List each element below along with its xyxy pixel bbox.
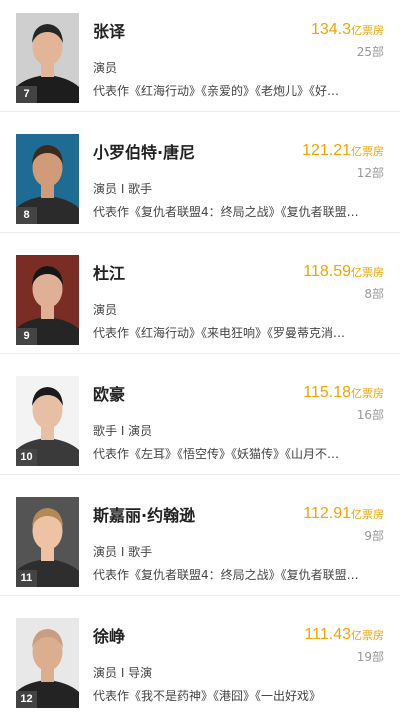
star-avatar: 8 [16,134,79,224]
rank-badge: 9 [16,328,37,345]
star-avatar: 9 [16,255,79,345]
star-row[interactable]: 12 徐峥 111.43亿票房 19部 演员 I 导演 代表作《我不是药神》《港… [0,605,400,717]
rank-badge: 8 [16,207,37,224]
film-count: 16部 [356,408,384,422]
star-name: 杜江 [93,264,126,283]
star-name: 张译 [93,22,126,41]
box-office-unit: 亿票房 [351,145,384,158]
star-roles: 演员 [93,61,118,75]
box-office-value: 111.43 [304,626,351,643]
box-office-unit: 亿票房 [351,629,384,642]
box-office: 115.18亿票房 [303,382,384,402]
rank-badge: 10 [16,449,37,466]
rank-badge: 7 [16,86,37,103]
star-roles: 演员 I 导演 [93,666,153,680]
box-office-unit: 亿票房 [351,24,384,37]
box-office-value: 121.21 [302,142,351,159]
representative-works: 代表作《左耳》《悟空传》《妖猫传》《山月不… [93,447,340,461]
rank-badge: 12 [16,691,37,708]
star-name: 欧豪 [93,385,126,404]
star-avatar: 10 [16,376,79,466]
representative-works: 代表作《红海行动》《亲爱的》《老炮儿》《好… [93,84,340,98]
star-avatar: 7 [16,13,79,103]
box-office-value: 118.59 [303,263,351,280]
representative-works: 代表作《复仇者联盟4：终局之战》《复仇者联盟… [93,568,359,582]
representative-works: 代表作《我不是药神》《港囧》《一出好戏》 [93,689,322,703]
star-row[interactable]: 9 杜江 118.59亿票房 8部 演员 代表作《红海行动》《来电狂响》《罗曼蒂… [0,242,400,354]
film-count: 8部 [364,287,384,301]
star-row[interactable]: 7 张译 134.3亿票房 25部 演员 代表作《红海行动》《亲爱的》《老炮儿》… [0,0,400,112]
star-row[interactable]: 8 小罗伯特·唐尼 121.21亿票房 12部 演员 I 歌手 代表作《复仇者联… [0,121,400,233]
box-office: 118.59亿票房 [303,261,384,281]
film-count: 25部 [356,45,384,59]
film-count: 19部 [356,650,384,664]
box-office-unit: 亿票房 [351,387,384,400]
box-office: 111.43亿票房 [304,624,384,644]
box-office-value: 115.18 [303,384,351,401]
star-roles: 演员 I 歌手 [93,182,153,196]
star-name: 小罗伯特·唐尼 [93,143,196,162]
box-office-value: 112.91 [303,505,351,522]
representative-works: 代表作《复仇者联盟4：终局之战》《复仇者联盟… [93,205,359,219]
star-row[interactable]: 11 斯嘉丽·约翰逊 112.91亿票房 9部 演员 I 歌手 代表作《复仇者联… [0,484,400,596]
star-roles: 演员 I 歌手 [93,545,153,559]
star-avatar: 11 [16,497,79,587]
star-avatar: 12 [16,618,79,708]
star-roles: 歌手 I 演员 [93,424,153,438]
box-office-unit: 亿票房 [351,266,384,279]
star-row[interactable]: 10 欧豪 115.18亿票房 16部 歌手 I 演员 代表作《左耳》《悟空传》… [0,363,400,475]
box-office: 112.91亿票房 [303,503,384,523]
film-count: 9部 [364,529,384,543]
box-office-value: 134.3 [310,21,351,38]
star-name: 徐峥 [93,627,126,646]
star-roles: 演员 [93,303,118,317]
rank-badge: 11 [16,570,37,587]
box-office: 134.3亿票房 [311,19,384,39]
box-office: 121.21亿票房 [302,140,384,160]
box-office-unit: 亿票房 [351,508,384,521]
representative-works: 代表作《红海行动》《来电狂响》《罗曼蒂克消… [93,326,346,340]
star-ranking-list: 7 张译 134.3亿票房 25部 演员 代表作《红海行动》《亲爱的》《老炮儿》… [0,0,400,720]
film-count: 12部 [356,166,384,180]
star-name: 斯嘉丽·约翰逊 [93,506,196,525]
